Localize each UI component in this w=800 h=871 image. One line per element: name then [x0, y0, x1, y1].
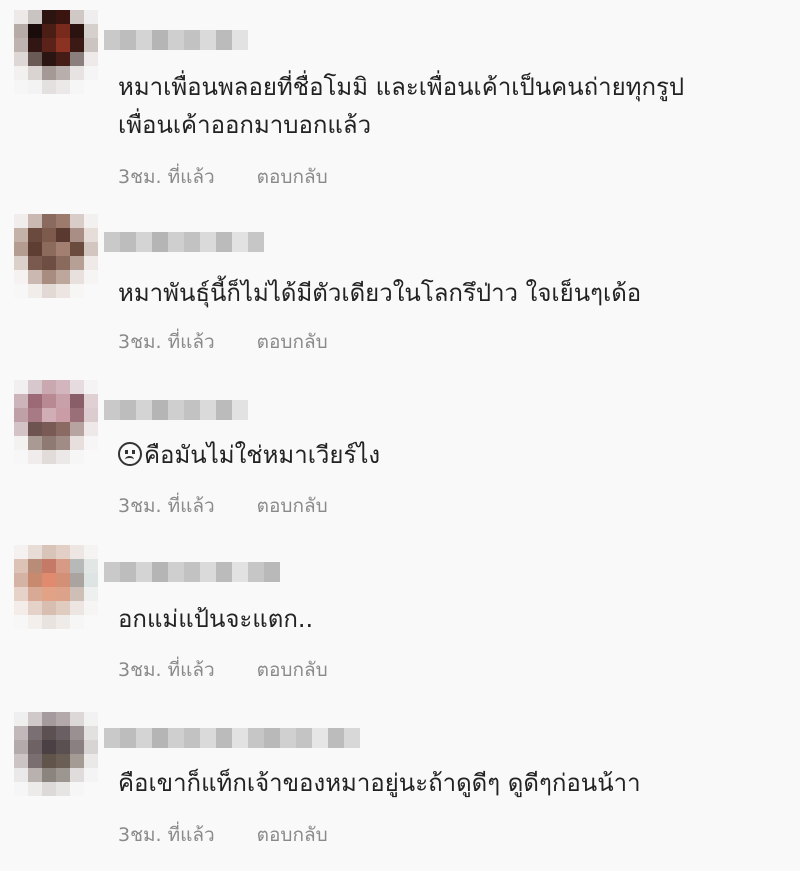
comment-line: หมาพันธุ์นี้ก็ไม่ได้มีตัวเดียวในโลกรึป่า… [118, 279, 642, 307]
reply-link[interactable]: ตอบกลับ [257, 824, 328, 846]
comment-meta: 3ชม. ที่แล้ว ตอบกลับ [118, 162, 328, 192]
commenter-name-blurred[interactable] [104, 728, 360, 748]
comment-meta: 3ชม. ที่แล้ว ตอบกลับ [118, 491, 328, 521]
avatar[interactable] [14, 712, 98, 796]
comment-text: หมาพันธุ์นี้ก็ไม่ได้มีตัวเดียวในโลกรึป่า… [118, 274, 641, 312]
comment-line: เพื่อนเค้าออกมาบอกแล้ว [118, 111, 372, 139]
avatar[interactable] [14, 380, 98, 464]
commenter-name-blurred[interactable] [104, 30, 248, 50]
commenter-name-blurred[interactable] [104, 232, 264, 252]
reply-link[interactable]: ตอบกลับ [257, 659, 328, 681]
avatar[interactable] [14, 10, 98, 94]
comment-text: หมาเพื่อนพลอยที่ชื่อโมมิ และเพื่อนเค้าเป… [118, 68, 684, 144]
timestamp: 3ชม. ที่แล้ว [118, 824, 215, 846]
reply-link[interactable]: ตอบกลับ [257, 331, 328, 353]
timestamp: 3ชม. ที่แล้ว [118, 166, 215, 188]
comment-text: คือเขาก็แท็กเจ้าของหมาอยู่นะถ้าดูดีๆ ดูด… [118, 764, 641, 802]
timestamp: 3ชม. ที่แล้ว [118, 331, 215, 353]
comment-line: คือเขาก็แท็กเจ้าของหมาอยู่นะถ้าดูดีๆ ดูด… [118, 769, 641, 797]
comment-text: อกแม่แป้นจะแตก.. [118, 600, 313, 638]
timestamp: 3ชม. ที่แล้ว [118, 659, 215, 681]
comment-meta: 3ชม. ที่แล้ว ตอบกลับ [118, 820, 328, 850]
avatar[interactable] [14, 545, 98, 629]
comment-line: อกแม่แป้นจะแตก.. [118, 605, 314, 633]
comment-line: หมาเพื่อนพลอยที่ชื่อโมมิ และเพื่อนเค้าเป… [118, 73, 685, 101]
comment: หมาเพื่อนพลอยที่ชื่อโมมิ และเพื่อนเค้าเป… [0, 0, 800, 200]
comment-line: คือมันไม่ใช่หมาเวียร์ไง [144, 441, 381, 469]
comment-meta: 3ชม. ที่แล้ว ตอบกลับ [118, 327, 328, 357]
confused-face-icon [118, 442, 142, 466]
comment-meta: 3ชม. ที่แล้ว ตอบกลับ [118, 655, 328, 685]
comment-text: คือมันไม่ใช่หมาเวียร์ไง [118, 436, 380, 474]
commenter-name-blurred[interactable] [104, 562, 280, 582]
reply-link[interactable]: ตอบกลับ [257, 495, 328, 517]
commenter-name-blurred[interactable] [104, 400, 248, 420]
reply-link[interactable]: ตอบกลับ [257, 166, 328, 188]
avatar[interactable] [14, 214, 98, 298]
timestamp: 3ชม. ที่แล้ว [118, 495, 215, 517]
